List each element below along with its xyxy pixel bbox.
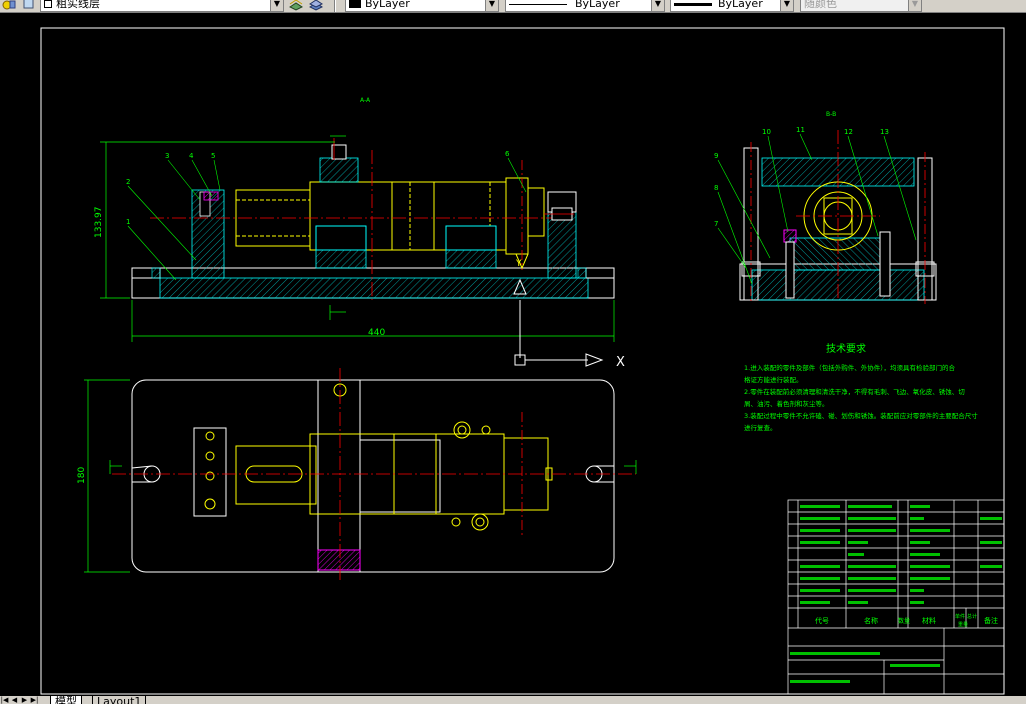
callout-1: 1 [126,218,130,226]
layer-freeze-icon[interactable] [22,0,36,11]
lineweight-preview [674,2,712,6]
color-swatch [349,0,361,8]
callout-6: 6 [505,150,510,158]
callout-9: 9 [714,152,718,160]
callout-10: 10 [762,128,771,136]
title-block-header: 代号 名称 数量 材料 单件 总计 备注 重量 [815,613,998,628]
header-qty: 数量 [898,617,910,625]
drawing-border [40,27,1005,695]
parts-list-rows [790,505,1002,683]
color-combo[interactable]: ByLayer ▼ [345,0,499,12]
linetype-combo[interactable]: ByLayer ▼ [505,0,665,12]
tab-next-icon[interactable]: ▶ [20,696,29,704]
header-weight: 重量 [958,621,968,628]
tech-req-line: 格证方能进行装配。 [744,375,803,384]
model-space-canvas[interactable]: A-A 133.97 440 3 4 5 6 2 1 X B-B 10 11 1… [0,13,1026,696]
callout-3: 3 [165,152,169,160]
chevron-down-icon[interactable]: ▼ [485,0,498,11]
tech-req-line: 屑、油污、着色剂和灰尘等。 [744,399,829,408]
callout-5: 5 [211,152,215,160]
cad-drawing: A-A 133.97 440 3 4 5 6 2 1 X B-B 10 11 1… [40,27,1005,695]
tech-req-line: 1.进入装配的零件及部件（包括外购件、外协件），均须具有检验部门的合 [744,363,955,372]
callout-7: 7 [714,220,718,228]
callout-12: 12 [844,128,853,136]
side-section-view: B-B 10 11 12 13 9 8 7 [714,111,937,304]
layer-color-swatch [44,0,52,8]
ucs-x-label: X [616,355,625,370]
lineweight-combo[interactable]: ByLayer ▼ [670,0,794,12]
header-code: 代号 [815,616,829,625]
tab-first-icon[interactable]: |◀ [0,696,9,704]
layer-state-icon[interactable] [2,0,16,11]
dim-length-front: 440 [368,328,385,338]
dim-width-top: 180 [77,467,87,484]
plotstyle-combo: 随颜色 ▼ [800,0,922,12]
layer-combo[interactable]: 粗实线层 ▼ [40,0,284,12]
callout-13: 13 [880,128,889,136]
make-current-layer-icon[interactable] [289,0,303,11]
tech-req-line: 3.装配过程中零件不允许磕、碰、划伤和锈蚀。装配前应对零部件的主要配合尺寸 [744,411,978,420]
chevron-down-icon[interactable]: ▼ [270,0,283,11]
header-material: 材料 [922,616,936,625]
toolbar-separator [334,0,336,12]
plotstyle-combo-value: 随颜色 [804,0,837,10]
dim-height-front: 133.97 [94,207,104,239]
front-section-view: A-A 133.97 440 3 4 5 6 2 1 [94,97,615,342]
linetype-preview [509,3,567,5]
tech-req-line: 2.零件在装配前必须清理和清洗干净，不得有毛刺、飞边、氧化皮、锈蚀、切 [744,387,965,396]
callout-8: 8 [714,184,718,192]
tech-req-title: 技术要求 [826,342,866,355]
tech-req-line: 进行复查。 [744,423,777,432]
tab-prev-icon[interactable]: ◀ [10,696,19,704]
callout-4: 4 [189,152,194,160]
layer-combo-value: 粗实线层 [56,0,100,10]
technical-requirements: 技术要求 1.进入装配的零件及部件（包括外购件、外协件），均须具有检验部门的合 … [744,342,978,432]
lineweight-combo-value: ByLayer [718,0,763,10]
properties-toolbar: 粗实线层 ▼ ByLayer ▼ ByLayer ▼ ByLayer ▼ 随颜色… [0,0,1026,13]
chevron-down-icon[interactable]: ▼ [651,0,664,11]
linetype-combo-value: ByLayer [575,0,620,10]
color-combo-value: ByLayer [365,0,410,10]
callout-11: 11 [796,126,805,134]
header-name: 名称 [864,616,878,625]
section-label-aa: A-A [360,97,371,104]
section-label-bb: B-B [826,111,836,118]
callout-2: 2 [126,178,130,186]
tab-model[interactable]: 模型 [50,696,82,704]
header-total: 总计 [967,613,977,620]
tab-last-icon[interactable]: ▶| [30,696,39,704]
top-view: 180 [77,368,637,582]
header-note: 备注 [984,616,998,625]
chevron-down-icon: ▼ [908,0,921,11]
layer-previous-icon[interactable] [309,0,323,11]
ucs-y-label: Y [515,259,522,269]
tab-layout1[interactable]: Layout1 [92,696,147,704]
chevron-down-icon[interactable]: ▼ [780,0,793,11]
layout-tab-bar: |◀ ◀ ▶ ▶| 模型 Layout1 [0,696,1026,704]
header-unit: 单件 [955,613,965,620]
